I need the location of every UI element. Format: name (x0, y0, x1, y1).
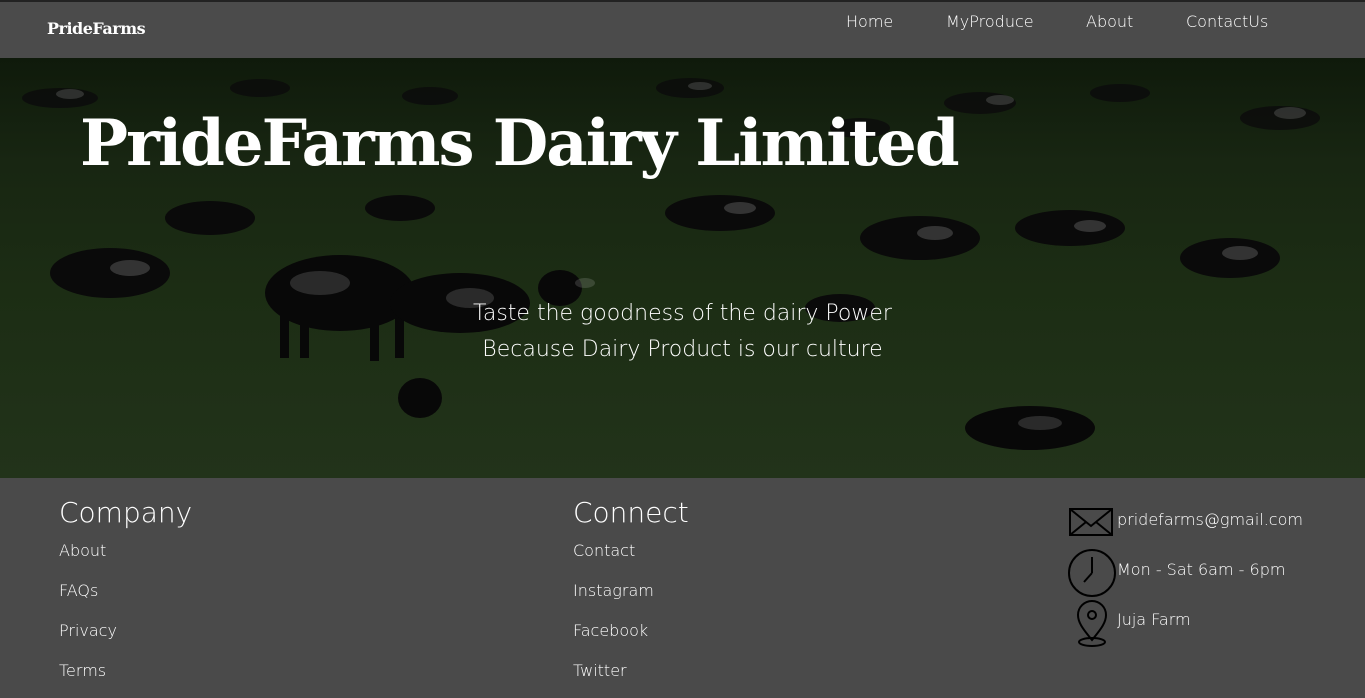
top-navbar: PrideFarms Home MyProduce About ContactU… (0, 0, 1365, 58)
footer-link-twitter[interactable]: Twitter (573, 661, 627, 680)
footer-link-facebook[interactable]: Facebook (573, 621, 648, 640)
connect-heading: Connect (573, 496, 689, 529)
nav-links: Home MyProduce About ContactUs (0, 12, 1365, 34)
hero-title: PrideFarms Dairy Limited (80, 106, 960, 181)
hero-tagline-line1: Taste the goodness of the dairy Power (473, 301, 892, 326)
contact-hours-row: Mon - Sat 6am - 6pm (1068, 548, 1358, 597)
nav-link-about[interactable]: About (1086, 12, 1133, 31)
nav-link-home[interactable]: Home (846, 12, 893, 31)
contact-location-text: Juja Farm (1117, 610, 1191, 629)
nav-link-myproduce[interactable]: MyProduce (946, 12, 1034, 31)
hero-banner: PrideFarms Dairy Limited Taste the goodn… (0, 58, 1365, 478)
footer-link-about[interactable]: About (59, 541, 106, 560)
contact-email-text[interactable]: pridefarms@gmail.com (1117, 510, 1303, 529)
footer-link-terms[interactable]: Terms (59, 661, 106, 680)
clock-icon (1068, 549, 1116, 597)
contact-hours-text: Mon - Sat 6am - 6pm (1117, 560, 1286, 579)
site-footer: Company About FAQs Privacy Terms Connect… (0, 478, 1365, 698)
footer-link-contact[interactable]: Contact (573, 541, 635, 560)
contact-location-row: Juja Farm (1068, 600, 1358, 648)
footer-link-instagram[interactable]: Instagram (573, 581, 654, 600)
contact-email-row: pridefarms@gmail.com (1068, 506, 1358, 554)
envelope-icon (1069, 508, 1113, 536)
hero-tagline-line2: Because Dairy Product is our culture (482, 337, 883, 362)
footer-link-faqs[interactable]: FAQs (59, 581, 98, 600)
footer-link-privacy[interactable]: Privacy (59, 621, 117, 640)
location-pin-icon (1076, 600, 1108, 647)
nav-link-contactus[interactable]: ContactUs (1186, 12, 1268, 31)
company-heading: Company (59, 496, 193, 529)
